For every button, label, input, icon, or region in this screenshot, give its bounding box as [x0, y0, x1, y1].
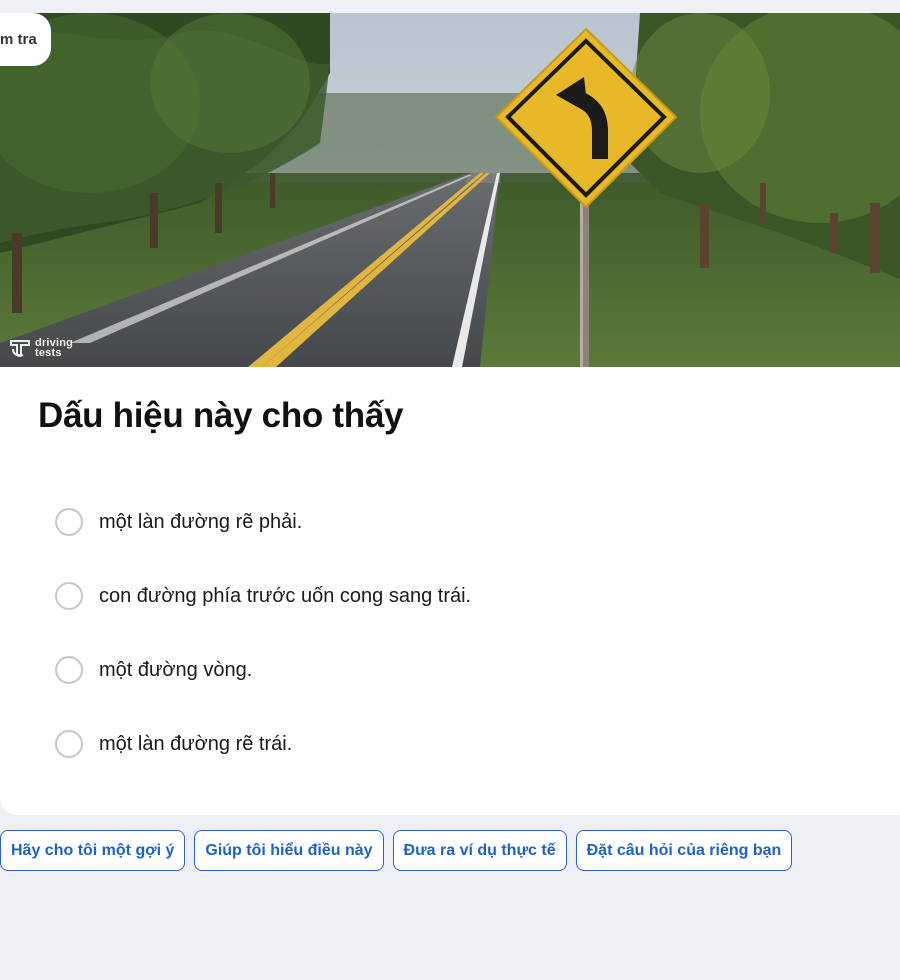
driving-tests-logo-icon — [10, 340, 30, 357]
real-example-button[interactable]: Đưa ra ví dụ thực tế — [392, 830, 567, 871]
radio-button[interactable] — [55, 656, 83, 684]
driving-tests-watermark: driving tests — [9, 337, 73, 359]
answer-option-label: con đường phía trước uốn cong sang trái. — [99, 584, 472, 607]
watermark-text: driving tests — [35, 338, 73, 359]
explain-button[interactable]: Giúp tôi hiểu điều này — [194, 830, 384, 871]
question-image: m tra driving tests — [0, 13, 900, 367]
answer-option-4[interactable]: một làn đường rẽ trái. — [55, 729, 292, 759]
top-tag: m tra — [0, 13, 51, 66]
suggestion-chips: Hãy cho tôi một gợi ý Giúp tôi hiểu điều… — [0, 830, 793, 871]
page: m tra driving tests Dấu hiệu này cho thấ… — [0, 0, 900, 980]
radio-button[interactable] — [55, 730, 83, 758]
radio-button[interactable] — [55, 508, 83, 536]
question-title: Dấu hiệu này cho thấy — [38, 396, 404, 435]
answer-option-label: một làn đường rẽ phải. — [99, 510, 303, 533]
answer-option-label: một làn đường rẽ trái. — [99, 732, 293, 755]
question-card: m tra driving tests Dấu hiệu này cho thấ… — [0, 13, 900, 815]
hint-button[interactable]: Hãy cho tôi một gợi ý — [0, 830, 186, 871]
answer-option-1[interactable]: một làn đường rẽ phải. — [55, 507, 302, 537]
ask-own-question-button[interactable]: Đặt câu hỏi của riêng bạn — [575, 830, 793, 871]
answer-option-3[interactable]: một đường vòng. — [55, 655, 252, 685]
answer-option-label: một đường vòng. — [99, 658, 253, 681]
road-scene-illustration — [0, 13, 900, 367]
watermark-line2: tests — [35, 347, 62, 359]
radio-button[interactable] — [55, 582, 83, 610]
answer-option-2[interactable]: con đường phía trước uốn cong sang trái. — [55, 581, 471, 611]
